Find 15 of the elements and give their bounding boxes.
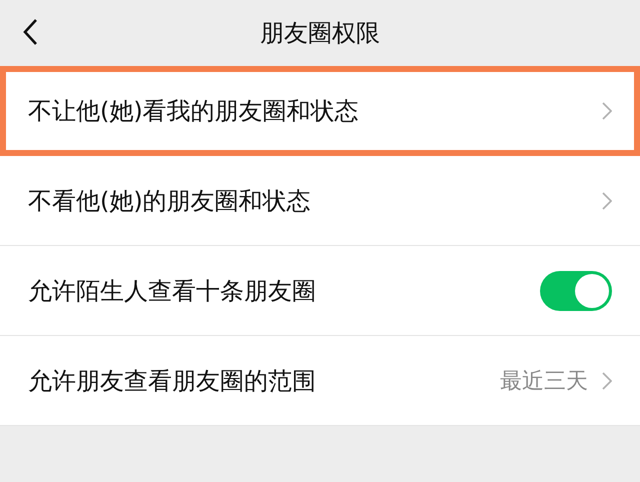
row-label: 允许朋友查看朋友圈的范围 — [28, 366, 317, 396]
toggle-switch[interactable] — [540, 270, 612, 310]
chevron-icon — [602, 192, 612, 210]
row-label: 允许陌生人查看十条朋友圈 — [28, 276, 317, 306]
chevron-icon — [602, 102, 612, 120]
page-title: 朋友圈权限 — [260, 18, 380, 49]
settings-row[interactable]: 不看他(她)的朋友圈和状态 — [0, 156, 640, 246]
row-label: 不让他(她)看我的朋友圈和状态 — [28, 96, 360, 127]
back-icon[interactable] — [22, 18, 38, 46]
chevron-icon — [602, 372, 612, 390]
row-label: 不看他(她)的朋友圈和状态 — [28, 186, 312, 216]
settings-row[interactable]: 允许陌生人查看十条朋友圈 — [0, 246, 640, 336]
row-value: 最近三天 — [500, 368, 588, 396]
settings-row[interactable]: 允许朋友查看朋友圈的范围 最近三天 — [0, 336, 640, 426]
settings-row[interactable]: 不让他(她)看我的朋友圈和状态 — [0, 66, 640, 156]
